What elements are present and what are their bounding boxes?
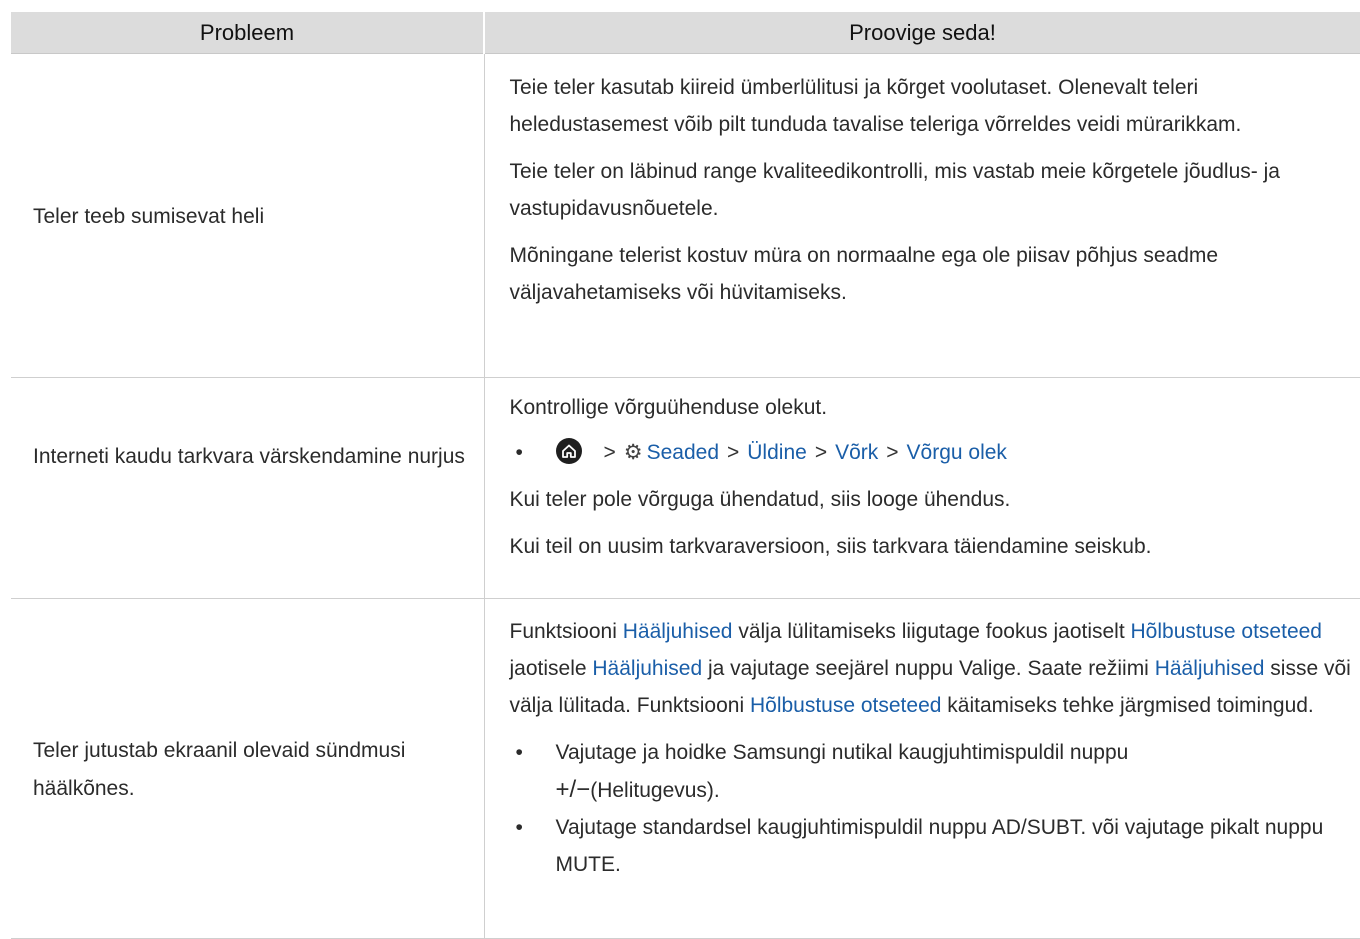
table-header-row: Probleem Proovige seda! bbox=[11, 12, 1360, 54]
list-item: Vajutage ja hoidke Samsungi nutikal kaug… bbox=[510, 734, 1357, 809]
chevron-right-icon: > bbox=[814, 441, 828, 464]
solution-paragraph: Kontrollige võrguühenduse olekut. bbox=[509, 396, 828, 419]
header-problem: Probleem bbox=[11, 12, 485, 54]
problem-text: Teler jutustab ekraanil olevaid sündmusi… bbox=[33, 739, 406, 800]
volume-icon: +/− bbox=[555, 776, 591, 803]
table-row: Teler jutustab ekraanil olevaid sündmusi… bbox=[11, 598, 1360, 939]
menu-link-general[interactable]: Üldine bbox=[747, 441, 807, 464]
menu-link-network-status[interactable]: Võrgu olek bbox=[907, 441, 1007, 464]
list-item-suffix: (Helitugevus). bbox=[590, 779, 720, 802]
solution-paragraph: Teie teler kasutab kiireid ümberlülitusi… bbox=[509, 76, 1242, 136]
chevron-right-icon: > bbox=[603, 441, 616, 464]
solution-paragraph: Mõningane telerist kostuv müra on normaa… bbox=[509, 244, 1219, 304]
accessibility-shortcuts-link[interactable]: Hõlbustuse otseteed bbox=[750, 694, 941, 717]
voice-guide-link[interactable]: Hääljuhised bbox=[592, 657, 702, 680]
list-item: Vajutage standardsel kaugjuhtimispuldil … bbox=[510, 809, 1357, 883]
problem-text: Teler teeb sumisevat heli bbox=[33, 205, 265, 228]
table-row: Teler teeb sumisevat heli Teie teler kas… bbox=[11, 53, 1360, 378]
solution-cell: Teie teler kasutab kiireid ümberlülitusi… bbox=[484, 53, 1360, 378]
solution-paragraph: Kui teil on uusim tarkvaraversioon, siis… bbox=[509, 535, 1152, 558]
voice-guide-link[interactable]: Hääljuhised bbox=[623, 620, 733, 643]
solution-paragraph: Teie teler on läbinud range kvaliteediko… bbox=[509, 160, 1280, 220]
list-item-text: Vajutage ja hoidke Samsungi nutikal kaug… bbox=[555, 741, 1129, 764]
solution-paragraph: Funktsiooni Hääljuhised välja lülitamise… bbox=[509, 620, 1351, 717]
problem-cell: Teler jutustab ekraanil olevaid sündmusi… bbox=[11, 598, 485, 939]
solution-cell: Kontrollige võrguühenduse olekut. > ⚙Sead… bbox=[484, 377, 1360, 599]
gear-icon: ⚙ bbox=[623, 441, 643, 464]
solution-cell: Funktsiooni Hääljuhised välja lülitamise… bbox=[484, 598, 1360, 939]
table-row: Interneti kaudu tarkvara värskendamine n… bbox=[11, 377, 1360, 599]
voice-guide-link[interactable]: Hääljuhised bbox=[1155, 657, 1265, 680]
problem-cell: Teler teeb sumisevat heli bbox=[11, 53, 485, 378]
settings-path: > ⚙Seaded > Üldine > Võrk > Võrgu olek bbox=[510, 434, 1357, 471]
chevron-right-icon: > bbox=[727, 441, 740, 464]
chevron-right-icon: > bbox=[886, 441, 899, 464]
header-solution: Proovige seda! bbox=[484, 12, 1360, 54]
solution-paragraph: Kui teler pole võrguga ühendatud, siis l… bbox=[509, 488, 1011, 511]
problem-cell: Interneti kaudu tarkvara värskendamine n… bbox=[11, 377, 485, 599]
problem-text: Interneti kaudu tarkvara värskendamine n… bbox=[33, 445, 465, 468]
home-icon[interactable] bbox=[555, 438, 582, 464]
menu-link-settings[interactable]: Seaded bbox=[647, 441, 719, 464]
accessibility-shortcuts-link[interactable]: Hõlbustuse otseteed bbox=[1131, 620, 1322, 643]
menu-link-network[interactable]: Võrk bbox=[835, 441, 878, 464]
troubleshooting-table: Probleem Proovige seda! Teler teeb sumis… bbox=[11, 12, 1360, 939]
